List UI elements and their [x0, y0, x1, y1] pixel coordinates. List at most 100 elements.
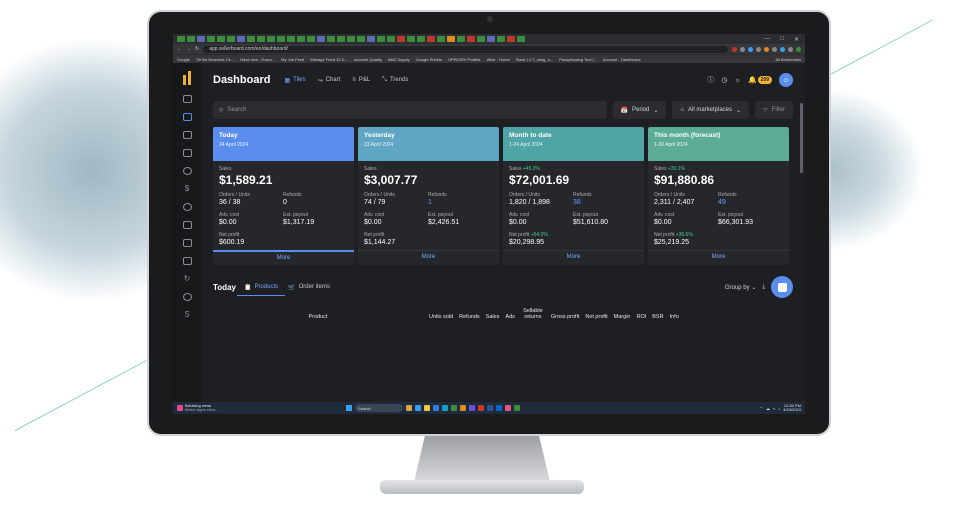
tab-trends[interactable]: ⤡ Trends: [382, 77, 408, 84]
browser-tab[interactable]: [427, 36, 435, 42]
browser-tab[interactable]: [437, 36, 445, 42]
info-icon[interactable]: ⓘ: [707, 75, 714, 85]
profile-icon[interactable]: [796, 46, 801, 52]
close-icon[interactable]: ✕: [794, 36, 799, 43]
extension-icon[interactable]: [748, 46, 753, 52]
box-icon[interactable]: [182, 239, 192, 247]
browser-tab[interactable]: [517, 36, 525, 42]
tab-chart[interactable]: ↝ Chart: [318, 77, 341, 84]
minimize-icon[interactable]: —: [764, 36, 770, 43]
marketplaces-dropdown[interactable]: ⌂ All marketplaces ⌄: [672, 101, 750, 119]
bookmark[interactable]: Wise - Home: [487, 57, 510, 62]
browser-tab[interactable]: [317, 36, 325, 42]
bookmark[interactable]: UPWORK Profiles: [448, 57, 480, 62]
more-button[interactable]: More: [503, 250, 644, 264]
chrome-icon[interactable]: [451, 405, 457, 411]
browser-tab[interactable]: [187, 36, 195, 42]
bell-icon[interactable]: [182, 293, 192, 301]
scrollbar[interactable]: [800, 103, 803, 173]
browser-tab[interactable]: [227, 36, 235, 42]
history-icon[interactable]: ◷: [721, 76, 727, 84]
bookmark[interactable]: Have new - Exam...: [240, 57, 275, 62]
browser-tab[interactable]: [347, 36, 355, 42]
extension-icon[interactable]: [764, 46, 769, 52]
refunds-value[interactable]: 1: [428, 199, 492, 206]
taskbar-app-icon[interactable]: [433, 405, 439, 411]
summary-card[interactable]: Yesterday 23 April 2024 Sales $3,007.77 …: [358, 127, 499, 265]
word-icon[interactable]: [487, 405, 493, 411]
column-header[interactable]: Ads: [505, 314, 514, 320]
refunds-value[interactable]: 49: [718, 199, 782, 206]
bookmark[interactable]: Google Sheets: [416, 57, 442, 62]
extension-icon[interactable]: [732, 46, 737, 52]
settings-s-icon[interactable]: S: [184, 311, 189, 319]
linkedin-icon[interactable]: [496, 405, 502, 411]
mail-icon[interactable]: [182, 257, 192, 265]
browser-tab[interactable]: [327, 36, 335, 42]
tab-pl[interactable]: ≡ P&L: [352, 77, 370, 83]
column-header[interactable]: Net profit: [585, 314, 607, 320]
browser-tab[interactable]: [377, 36, 385, 42]
tab-products[interactable]: 📋 Products: [244, 284, 278, 291]
period-dropdown[interactable]: 📅 Period ⌄: [612, 101, 667, 119]
taskbar-app-icon[interactable]: [469, 405, 475, 411]
summary-card[interactable]: This month (forecast) 1-30 April 2024 Sa…: [648, 127, 789, 265]
extension-icon[interactable]: [756, 46, 761, 52]
browser-tab[interactable]: [297, 36, 305, 42]
dollar-icon[interactable]: $: [185, 185, 189, 193]
monitor-icon[interactable]: [182, 95, 192, 103]
tab-tiles[interactable]: ▦ Tiles: [284, 77, 305, 84]
bookmark[interactable]: AMZ Supply: [388, 57, 410, 62]
browser-tab[interactable]: [507, 36, 515, 42]
notifications-button[interactable]: 🔔 209: [748, 76, 772, 84]
more-button[interactable]: More: [648, 250, 789, 264]
bookmark[interactable]: Google: [177, 57, 190, 62]
back-icon[interactable]: ←: [177, 46, 182, 52]
search-input[interactable]: ⚲ Search: [213, 101, 607, 119]
logo-icon[interactable]: [183, 71, 191, 85]
browser-tab[interactable]: [397, 36, 405, 42]
browser-tab[interactable]: [217, 36, 225, 42]
refunds-value[interactable]: 38: [573, 199, 637, 206]
taskbar-app-icon[interactable]: [514, 405, 520, 411]
tab-order-items[interactable]: 🛒 Order items: [288, 284, 330, 291]
browser-tab[interactable]: [267, 36, 275, 42]
browser-tab[interactable]: [387, 36, 395, 42]
download-icon[interactable]: ⤓: [762, 284, 765, 291]
column-header[interactable]: Refunds: [459, 314, 480, 320]
browser-tab[interactable]: [467, 36, 475, 42]
summary-card[interactable]: Month to date 1-24 April 2024 Sales +45.…: [503, 127, 644, 265]
taskbar-app-icon[interactable]: [460, 405, 466, 411]
taskbar-app-icon[interactable]: [478, 405, 484, 411]
extension-icon[interactable]: [780, 46, 785, 52]
address-bar[interactable]: app.sellerboard.com/en/dashboard/: [203, 45, 728, 53]
column-header[interactable]: BSR: [652, 314, 663, 320]
bookmark[interactable]: Manage Feed 10 D...: [310, 57, 348, 62]
all-bookmarks[interactable]: All Bookmarks: [775, 57, 805, 62]
filter-button[interactable]: ▽ Filter: [755, 101, 793, 119]
chat-button[interactable]: [771, 276, 793, 298]
bookmark[interactable]: Paraphrasing Tool |...: [559, 57, 597, 62]
forward-icon[interactable]: →: [186, 46, 191, 52]
browser-tab[interactable]: [247, 36, 255, 42]
cloud-icon[interactable]: ☁: [766, 406, 770, 411]
browser-tab[interactable]: [497, 36, 505, 42]
browser-tab[interactable]: [257, 36, 265, 42]
volume-icon[interactable]: ♪: [778, 406, 780, 411]
browser-tab[interactable]: [417, 36, 425, 42]
browser-tab[interactable]: [287, 36, 295, 42]
tag-icon[interactable]: [182, 221, 192, 229]
clock-icon[interactable]: [182, 167, 192, 175]
taskbar-app-icon[interactable]: [406, 405, 412, 411]
taskbar-app-icon[interactable]: [505, 405, 511, 411]
summary-card[interactable]: Today 24 April 2024 Sales $1,589.21 Orde…: [213, 127, 354, 265]
column-header[interactable]: Product: [213, 314, 423, 320]
taskbar-app-icon[interactable]: [415, 405, 421, 411]
column-header[interactable]: Sales: [486, 314, 500, 320]
column-header[interactable]: Info: [670, 314, 679, 320]
clock[interactable]: 12:30 PM 4/24/2024: [783, 404, 801, 412]
folder-icon[interactable]: [424, 405, 430, 411]
edge-icon[interactable]: [442, 405, 448, 411]
browser-tab[interactable]: [337, 36, 345, 42]
theme-icon[interactable]: ☼: [735, 77, 741, 84]
